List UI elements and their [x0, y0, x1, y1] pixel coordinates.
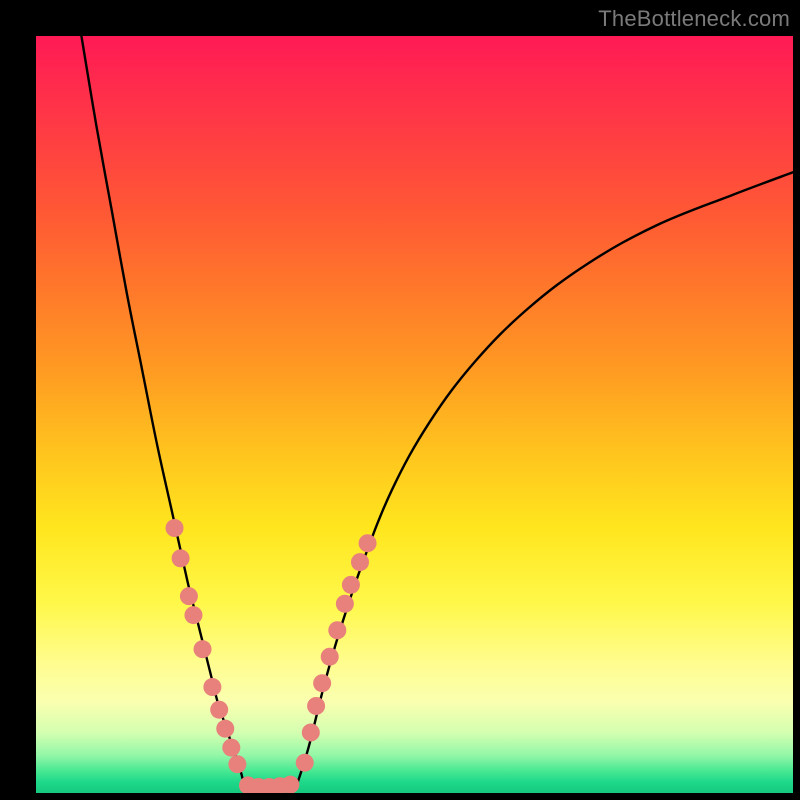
- data-dot: [210, 701, 228, 719]
- data-dot: [342, 576, 360, 594]
- data-dot: [281, 776, 299, 793]
- data-dot: [194, 640, 212, 658]
- data-dot: [296, 754, 314, 772]
- data-dot: [359, 534, 377, 552]
- data-dot: [307, 697, 325, 715]
- data-dot: [328, 621, 346, 639]
- plot-area: [36, 36, 793, 793]
- chart-svg: [36, 36, 793, 793]
- data-dot: [222, 739, 240, 757]
- data-dot: [216, 720, 234, 738]
- data-dot: [336, 595, 354, 613]
- data-dots: [166, 519, 377, 793]
- data-dot: [313, 674, 331, 692]
- data-dot: [228, 755, 246, 773]
- data-dot: [166, 519, 184, 537]
- data-dot: [180, 587, 198, 605]
- data-dot: [172, 549, 190, 567]
- chart-frame: TheBottleneck.com: [0, 0, 800, 800]
- data-dot: [203, 678, 221, 696]
- data-dot: [302, 723, 320, 741]
- bottleneck-curve: [81, 36, 793, 790]
- data-dot: [184, 606, 202, 624]
- data-dot: [351, 553, 369, 571]
- data-dot: [321, 648, 339, 666]
- watermark-text: TheBottleneck.com: [598, 6, 790, 32]
